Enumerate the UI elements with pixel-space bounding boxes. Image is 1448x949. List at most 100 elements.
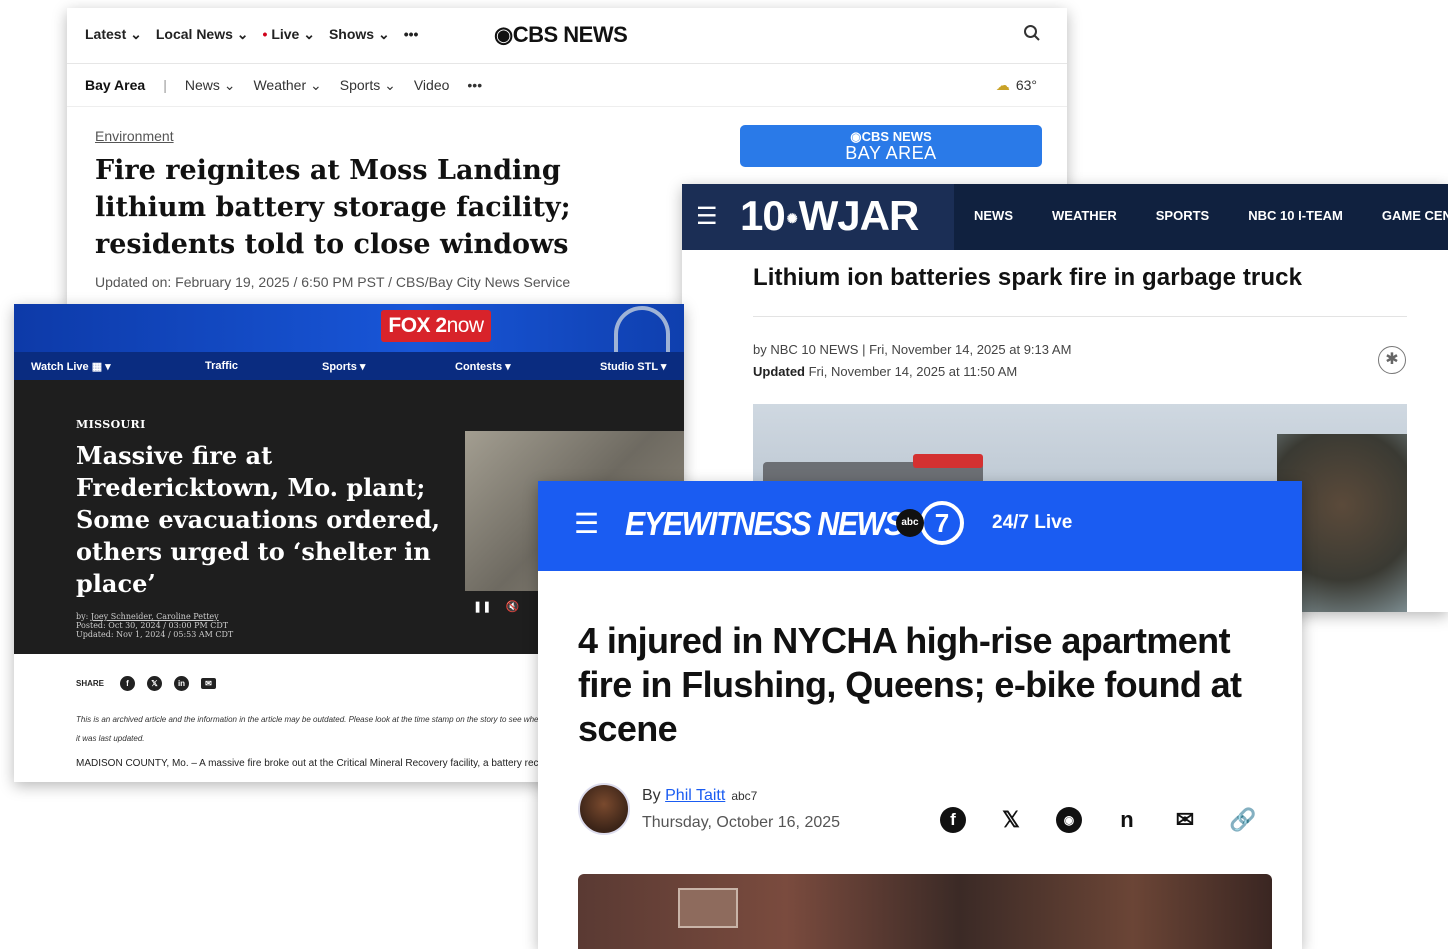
author-links[interactable]: Joey Schneider, Caroline Pettey [91,612,219,621]
section-link[interactable]: Environment [95,128,174,144]
eyewitness-news-logo[interactable]: EYEWITNESS NEWS [625,505,904,543]
nextdoor-icon[interactable]: n [1114,807,1140,833]
region-bay-area[interactable]: Bay Area [85,77,145,94]
nav-more-icon[interactable]: ••• [404,26,419,43]
nav-sports[interactable]: SPORTS [1156,208,1209,223]
hamburger-menu-icon[interactable]: ☰ [696,202,718,231]
author-avatar[interactable] [578,783,630,835]
facebook-icon[interactable]: f [940,807,966,833]
subnav-sports[interactable]: Sports ⌄ [340,77,396,94]
nav-watch-live[interactable]: Watch Live ▦ ▾ [31,360,111,373]
article-kicker[interactable]: MISSOURI [76,418,146,431]
cbs-top-nav: Latest ⌄ Local News ⌄ • Live ⌄ Shows ⌄ •… [85,26,418,43]
article-credits: by: Joey Schneider, Caroline Pettey Post… [76,612,233,639]
partly-cloudy-icon: ☁ [995,77,1010,93]
share-label: SHARE [76,679,105,688]
subnav-weather[interactable]: Weather ⌄ [253,77,321,94]
article-photo [578,874,1272,949]
divider [753,316,1407,317]
nav-traffic[interactable]: Traffic [205,360,238,372]
copy-link-icon[interactable]: 🔗 [1229,807,1256,833]
cbs-bay-area-promo[interactable]: ◉CBS NEWS BAY AREA [740,125,1042,167]
nav-divider: | [163,77,167,93]
logo-name: WJAR [798,192,920,239]
updated-label: Updated [753,364,805,379]
fox-header: FOX 2now [14,304,684,352]
subnav-more-icon[interactable]: ••• [467,77,482,94]
fox2-now-logo[interactable]: FOX 2now [381,310,491,342]
nav-i-team[interactable]: NBC 10 I-TEAM [1248,208,1343,223]
article-headline: Massive fire at Fredericktown, Mo. plant… [76,441,441,598]
email-icon[interactable]: ✉ [1172,807,1198,833]
cbs-top-bar: Latest ⌄ Local News ⌄ • Live ⌄ Shows ⌄ •… [67,8,1067,64]
by-label: By [642,787,666,804]
promo-line1: ◉CBS NEWS [850,129,932,144]
byline: By Phil Taitt abc7 [642,787,757,805]
byline: by NBC 10 NEWS | Fri, November 14, 2025 … [753,342,1072,357]
nav-latest[interactable]: Latest ⌄ [85,26,142,43]
nav-game-center[interactable]: GAME CENT [1382,208,1448,223]
live-dot-icon: • [262,26,272,42]
share-icons: f 𝕏 ◉ n ✉ 🔗 [940,807,1257,833]
video-controls: ❚❚ 🔇 [473,600,519,613]
subnav-news[interactable]: News ⌄ [185,77,236,94]
gateway-arch-icon [614,306,670,352]
nav-news[interactable]: NEWS [974,208,1013,223]
nav-live-label: Live ⌄ [271,26,315,42]
article-lede: MADISON COUNTY, Mo. – A massive fire bro… [76,758,546,769]
subnav-video[interactable]: Video [414,77,450,94]
facebook-icon[interactable]: f [120,676,136,691]
weather-temp: 63° [1015,77,1037,93]
nav-shows[interactable]: Shows ⌄ [329,26,390,43]
x-icon[interactable]: 𝕏 [147,676,163,691]
article-headline: Fire reignites at Moss Landing lithium b… [95,155,571,260]
linkedin-icon[interactable]: in [174,676,190,691]
search-icon[interactable] [1023,24,1041,47]
cbs-sub-bar: Bay Area | News ⌄ Weather ⌄ Sports ⌄ Vid… [67,65,1067,107]
updated-value: Fri, November 14, 2025 at 11:50 AM [805,364,1018,379]
pause-icon[interactable]: ❚❚ [473,600,491,613]
abc-header: ☰ EYEWITNESS NEWS 7 abc 24/7 Live [538,481,1302,571]
x-icon[interactable]: 𝕏 [998,807,1024,833]
author-link[interactable]: Phil Taitt [665,787,725,804]
email-icon[interactable]: ✉ [201,678,217,689]
updated-line: Updated Fri, November 14, 2025 at 11:50 … [753,364,1017,379]
cbs-logo[interactable]: ◉CBS NEWS [494,22,628,48]
logo-now: now [446,314,485,337]
nav-live[interactable]: • Live ⌄ [263,26,315,43]
hamburger-menu-icon[interactable]: ☰ [574,507,599,540]
fox-nav: Watch Live ▦ ▾ Traffic Sports ▾ Contests… [14,352,684,380]
wjar-logo[interactable]: 10 ✺WJAR [740,192,920,240]
nav-weather[interactable]: WEATHER [1052,208,1117,223]
wjar-nav: NEWS WEATHER SPORTS NBC 10 I-TEAM GAME C… [974,208,1448,223]
window-shape [678,888,738,928]
logo-fox: FOX 2 [388,314,447,337]
archive-notice: This is an archived article and the info… [76,715,543,743]
nav-local-news[interactable]: Local News ⌄ [156,26,249,43]
weather-widget[interactable]: ☁ 63° [996,77,1037,94]
article-headline: Lithium ion batteries spark fire in garb… [753,264,1303,291]
mute-icon[interactable]: 🔇 [505,600,519,613]
reddit-icon[interactable]: ◉ [1056,807,1082,833]
byline: by: Joey Schneider, Caroline Pettey [76,612,233,621]
abc7-screenshot: ☰ EYEWITNESS NEWS 7 abc 24/7 Live 4 inju… [538,481,1302,949]
promo-line2: BAY AREA [845,143,937,163]
abc7-mini-icon: abc7 [731,789,758,803]
wjar-header: ☰ 10 ✺WJAR NEWS WEATHER SPORTS NBC 10 I-T… [682,184,1448,250]
share-bar: SHARE f 𝕏 in ✉ [76,676,217,691]
updated-time: Updated: Nov 1, 2024 / 05:53 AM CDT [76,630,234,639]
article-headline: 4 injured in NYCHA high-rise apartment f… [578,620,1242,749]
peacock-icon: ✺ [786,210,798,226]
nav-studio-stl[interactable]: Studio STL ▾ [600,360,666,373]
accessibility-icon[interactable]: ✱ [1378,346,1406,374]
article-date: Thursday, October 16, 2025 [642,814,841,831]
article-meta: Updated on: February 19, 2025 / 6:50 PM … [95,274,571,290]
by-label: by: [76,612,91,621]
cbs-sub-nav: Bay Area | News ⌄ Weather ⌄ Sports ⌄ Vid… [85,77,482,94]
posted-time: Posted: Oct 30, 2024 / 03:00 PM CDT [76,621,229,630]
live-link[interactable]: 24/7 Live [992,512,1072,534]
emergency-lights-shape [913,454,983,468]
nav-sports[interactable]: Sports ▾ [322,360,365,373]
abc7-circle-logo[interactable]: 7 [920,501,964,545]
nav-contests[interactable]: Contests ▾ [455,360,511,373]
